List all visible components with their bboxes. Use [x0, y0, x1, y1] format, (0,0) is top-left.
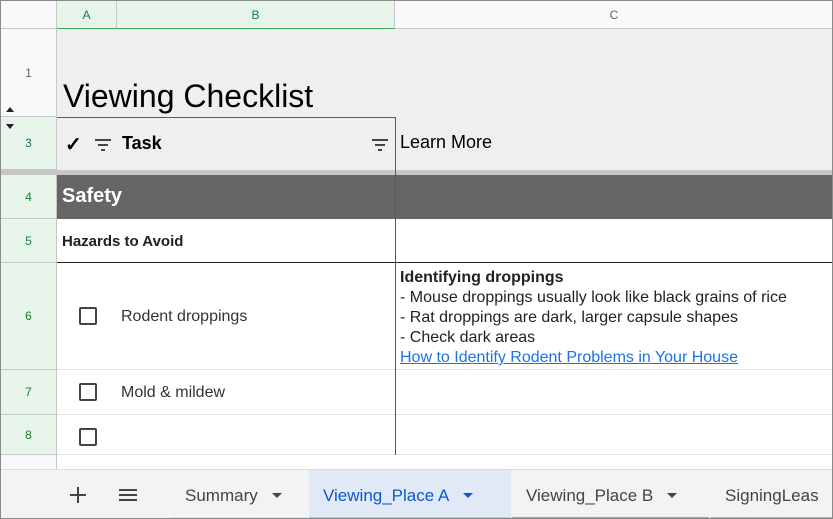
filter-icon[interactable] [95, 139, 111, 151]
row-header-6[interactable]: 6 [1, 263, 57, 370]
row-header-1[interactable]: 1 [1, 29, 57, 117]
row-number: 3 [25, 136, 32, 150]
check-mark-icon: ✓ [65, 134, 82, 156]
row-header-7[interactable]: 7 [1, 370, 57, 415]
row-header-4[interactable]: 4 [1, 175, 57, 219]
row-header-overflow [1, 455, 57, 469]
learn-more-line: - Rat droppings are dark, larger capsule… [400, 309, 738, 326]
section-label: Safety [62, 185, 123, 207]
row-number: 1 [25, 65, 32, 80]
task-checkbox[interactable] [79, 383, 97, 401]
learn-more-content: Identifying droppings - Mouse droppings … [400, 268, 787, 368]
sheet-tab-label: Summary [185, 485, 258, 505]
task-row [57, 415, 395, 455]
chevron-down-icon[interactable] [667, 493, 678, 498]
task-label: Mold & mildew [121, 384, 226, 401]
task-checkbox[interactable] [79, 307, 97, 325]
column-header-b[interactable]: B [117, 1, 395, 29]
subsection-label: Hazards to Avoid [62, 233, 184, 250]
learn-more-cell[interactable] [395, 415, 832, 455]
title-cell[interactable]: Viewing Checklist [57, 29, 832, 117]
learn-more-line: - Mouse droppings usually look like blac… [400, 289, 787, 306]
sheet-tab-label: SigningLeas [725, 485, 819, 505]
spreadsheet-window: A B C 1 3 4 5 6 7 8 Viewing Checklist ✓ … [0, 0, 833, 519]
filter-icon[interactable] [372, 139, 388, 151]
plus-icon[interactable] [70, 487, 86, 503]
column-header-a[interactable]: A [57, 1, 117, 29]
expand-rows-down-icon[interactable] [6, 124, 14, 129]
hamburger-menu-icon[interactable] [119, 489, 137, 502]
selection-border [395, 117, 396, 455]
learn-more-line: - Check dark areas [400, 329, 536, 346]
task-header-cell[interactable]: ✓ Task [57, 117, 395, 170]
sheet-tab-label: Viewing_Place A [323, 485, 450, 505]
learn-more-heading: Identifying droppings [400, 269, 564, 286]
sheet-tab-bar: Summary Viewing_Place A Viewing_Place B … [1, 469, 832, 518]
task-label: Rodent droppings [121, 308, 248, 325]
row-header-3[interactable]: 3 [1, 117, 57, 170]
learn-more-link[interactable]: How to Identify Rodent Problems in Your … [400, 348, 787, 368]
column-header-c[interactable]: C [395, 1, 832, 29]
expand-rows-up-icon[interactable] [6, 107, 14, 112]
task-row: Mold & mildew [57, 370, 395, 415]
page-title: Viewing Checklist [63, 78, 314, 114]
sheet-tab-signing-lease[interactable]: SigningLeas [711, 470, 832, 518]
row-header-8[interactable]: 8 [1, 415, 57, 455]
sheet-tab-viewing-place-b[interactable]: Viewing_Place B [512, 470, 709, 518]
sheet-tab-label: Viewing_Place B [526, 485, 654, 505]
sheet-tab-viewing-place-a[interactable]: Viewing_Place A [309, 470, 511, 518]
select-all-corner[interactable] [1, 1, 57, 29]
learn-more-header-cell[interactable]: Learn More [395, 117, 832, 170]
learn-more-header-label: Learn More [400, 132, 493, 152]
chevron-down-icon[interactable] [271, 493, 282, 498]
task-header-label: Task [122, 133, 162, 153]
task-checkbox[interactable] [79, 428, 97, 446]
learn-more-cell[interactable] [395, 370, 832, 415]
sheet-tab-summary[interactable]: Summary [171, 470, 307, 518]
learn-more-cell[interactable]: Identifying droppings - Mouse droppings … [395, 263, 832, 370]
subsection-row[interactable]: Hazards to Avoid [57, 219, 832, 263]
chevron-down-icon[interactable] [463, 493, 474, 498]
task-row: Rodent droppings [57, 263, 395, 370]
row-header-5[interactable]: 5 [1, 219, 57, 263]
section-row[interactable]: Safety [57, 175, 832, 219]
